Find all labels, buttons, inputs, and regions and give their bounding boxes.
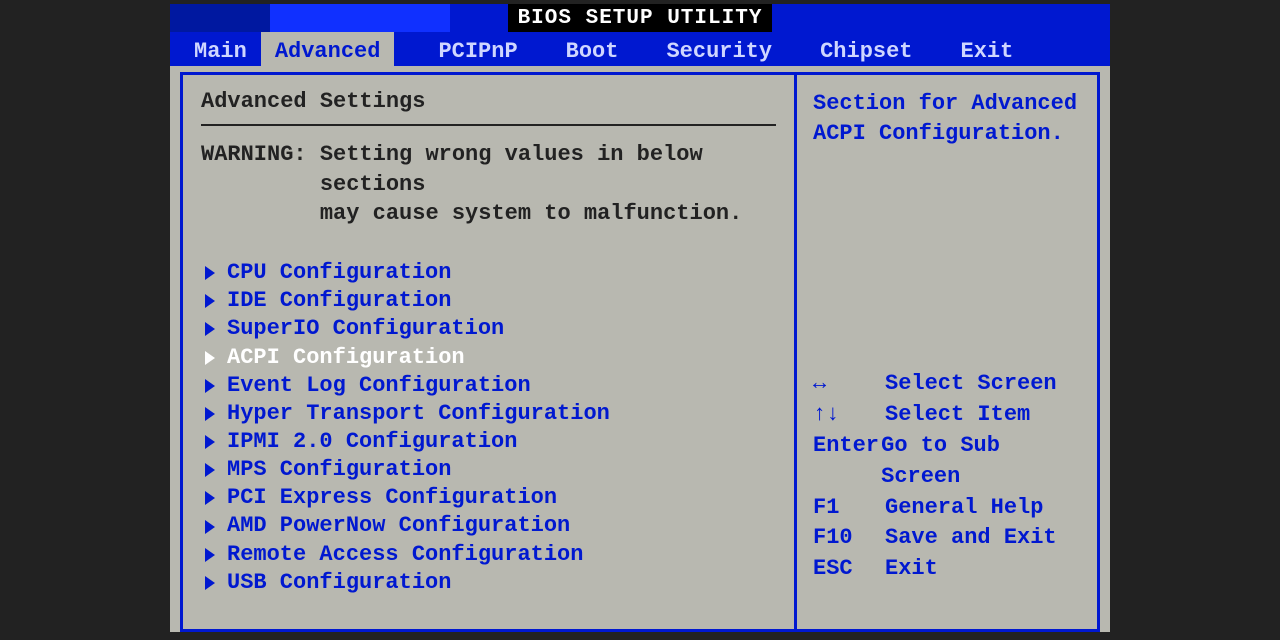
title-bar: BIOS SETUP UTILITY [170,4,1110,32]
key-row: ↑↓Select Item [813,400,1081,431]
submenu-label: IDE Configuration [227,287,451,315]
triangle-right-icon [205,491,215,505]
right-pane: Section for Advanced ACPI Configuration.… [797,75,1097,629]
submenu-item[interactable]: MPS Configuration [201,456,776,484]
key-desc: Select Screen [885,369,1057,400]
tab-advanced[interactable]: Advanced [261,32,395,66]
submenu-item[interactable]: USB Configuration [201,569,776,597]
submenu-label: PCI Express Configuration [227,484,557,512]
triangle-right-icon [205,322,215,336]
key-name: Enter [813,431,881,493]
tab-boot[interactable]: Boot [552,32,633,66]
submenu-item[interactable]: PCI Express Configuration [201,484,776,512]
key-row: F10Save and Exit [813,523,1081,554]
key-name: F10 [813,523,885,554]
submenu-item[interactable]: Hyper Transport Configuration [201,400,776,428]
tab-chipset[interactable]: Chipset [806,32,926,66]
key-name: F1 [813,493,885,524]
key-desc: General Help [885,493,1043,524]
app-title: BIOS SETUP UTILITY [508,4,773,32]
submenu-item[interactable]: CPU Configuration [201,259,776,287]
submenu-label: ACPI Configuration [227,344,465,372]
key-desc: Select Item [885,400,1030,431]
left-pane: Advanced Settings WARNING: Setting wrong… [183,75,797,629]
triangle-right-icon [205,294,215,308]
triangle-right-icon [205,463,215,477]
submenu-label: Hyper Transport Configuration [227,400,610,428]
key-row: EnterGo to Sub Screen [813,431,1081,493]
title-decoration [170,4,270,32]
triangle-right-icon [205,435,215,449]
key-desc: Exit [885,554,938,585]
menu-bar: MainAdvanced PCIPnP Boot Security Chipset Exi… [170,32,1110,66]
submenu-label: SuperIO Configuration [227,315,504,343]
triangle-right-icon [205,407,215,421]
triangle-right-icon [205,548,215,562]
tab-exit[interactable]: Exit [947,32,1028,66]
submenu-item[interactable]: IPMI 2.0 Configuration [201,428,776,456]
submenu-item[interactable]: IDE Configuration [201,287,776,315]
key-name: ↑↓ [813,400,885,431]
submenu-item[interactable]: Event Log Configuration [201,372,776,400]
bios-window: BIOS SETUP UTILITY MainAdvanced PCIPnP Boo… [170,4,1110,632]
warning-label: WARNING: [201,140,320,229]
title-decoration [270,4,450,32]
submenu-label: Event Log Configuration [227,372,531,400]
key-row: ↔Select Screen [813,369,1081,400]
triangle-right-icon [205,520,215,534]
tab-pcipnp[interactable]: PCIPnP [424,32,531,66]
submenu-label: MPS Configuration [227,456,451,484]
key-name: ↔ [813,369,885,400]
triangle-right-icon [205,351,215,365]
submenu-item[interactable]: SuperIO Configuration [201,315,776,343]
warning-body: Setting wrong values in below sections m… [320,140,776,229]
key-legend: ↔Select Screen↑↓Select ItemEnterGo to Su… [813,369,1081,585]
key-desc: Go to Sub Screen [881,431,1081,493]
key-row: F1General Help [813,493,1081,524]
key-name: ESC [813,554,885,585]
content-frame: Advanced Settings WARNING: Setting wrong… [180,72,1100,632]
tab-main[interactable]: Main [180,32,261,66]
submenu-label: CPU Configuration [227,259,451,287]
key-desc: Save and Exit [885,523,1057,554]
triangle-right-icon [205,576,215,590]
triangle-right-icon [205,379,215,393]
section-title: Advanced Settings [201,89,776,114]
submenu-label: Remote Access Configuration [227,541,583,569]
warning-text: WARNING: Setting wrong values in below s… [201,140,776,229]
triangle-right-icon [205,266,215,280]
submenu-label: USB Configuration [227,569,451,597]
key-row: ESCExit [813,554,1081,585]
submenu-label: IPMI 2.0 Configuration [227,428,517,456]
divider [201,124,776,126]
submenu-item[interactable]: ACPI Configuration [201,344,776,372]
tab-security[interactable]: Security [652,32,786,66]
menu-entries: CPU ConfigurationIDE ConfigurationSuperI… [201,259,776,597]
context-help: Section for Advanced ACPI Configuration. [813,89,1081,148]
submenu-item[interactable]: Remote Access Configuration [201,541,776,569]
submenu-label: AMD PowerNow Configuration [227,512,570,540]
submenu-item[interactable]: AMD PowerNow Configuration [201,512,776,540]
